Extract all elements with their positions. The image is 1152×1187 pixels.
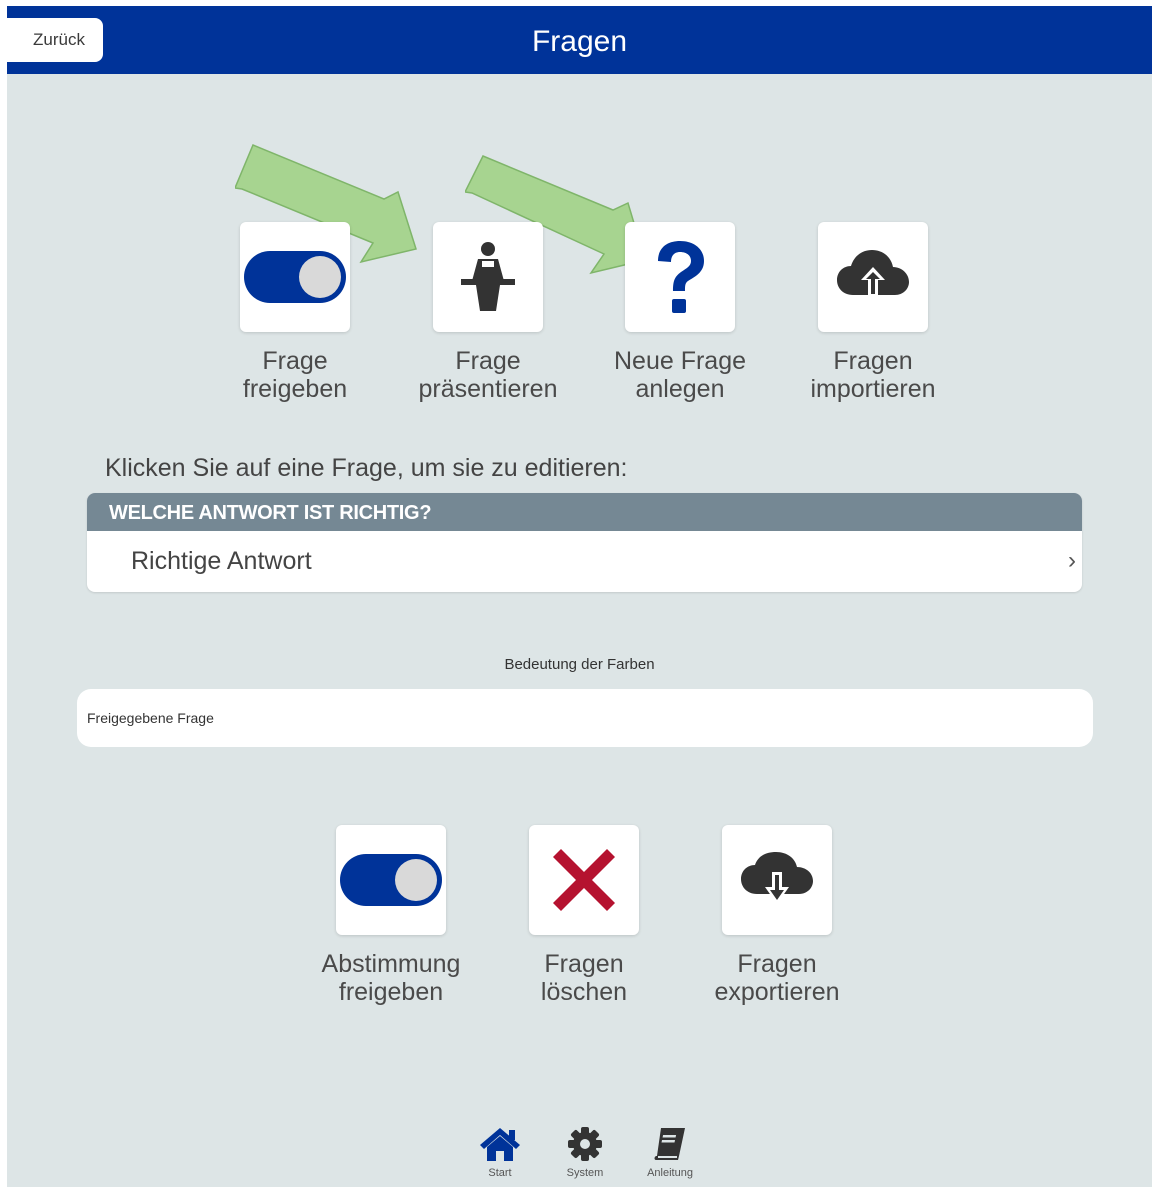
nav-system-label: System bbox=[566, 1167, 604, 1179]
home-icon bbox=[480, 1128, 520, 1161]
cloud-download-icon bbox=[741, 852, 813, 904]
legend-box: Freigegebene Frage bbox=[77, 689, 1093, 747]
delete-questions-button[interactable] bbox=[529, 825, 639, 935]
import-questions-button[interactable] bbox=[818, 222, 928, 332]
nav-start-label: Start bbox=[488, 1167, 512, 1179]
nav-start[interactable]: Start bbox=[465, 1126, 535, 1179]
share-question-button[interactable] bbox=[240, 222, 350, 332]
edit-instruction: Klicken Sie auf eine Frage, um sie zu ed… bbox=[105, 454, 628, 482]
header-bar: Zurück Fragen bbox=[7, 6, 1152, 74]
question-list-item[interactable]: Richtige Antwort › bbox=[87, 531, 1082, 592]
question-group: WELCHE ANTWORT IST RICHTIG? Richtige Ant… bbox=[87, 493, 1082, 592]
delete-x-icon bbox=[553, 849, 615, 911]
nav-system[interactable]: System bbox=[550, 1126, 620, 1179]
legend-title: Bedeutung der Farben bbox=[504, 656, 655, 673]
legend-item-shared: Freigegebene Frage bbox=[87, 710, 214, 726]
present-question-label: Frage präsentieren bbox=[418, 347, 558, 403]
share-question-label: Frage freigeben bbox=[242, 347, 348, 403]
new-question-button[interactable] bbox=[625, 222, 735, 332]
page-title: Fragen bbox=[531, 25, 628, 58]
enable-voting-label: Abstimmung freigeben bbox=[321, 950, 461, 1006]
question-item-label: Richtige Antwort bbox=[131, 547, 312, 575]
app-frame: Zurück Fragen Frage freigeben Frage präsen… bbox=[7, 6, 1152, 1187]
chevron-right-icon: › bbox=[1068, 547, 1076, 574]
enable-voting-button[interactable] bbox=[336, 825, 446, 935]
import-questions-label: Fragen importieren bbox=[810, 347, 936, 403]
question-mark-icon bbox=[658, 241, 704, 313]
cloud-upload-icon bbox=[837, 250, 909, 297]
presenter-icon bbox=[461, 242, 515, 311]
new-question-label: Neue Frage anlegen bbox=[613, 347, 747, 403]
nav-anleitung-label: Anleitung bbox=[647, 1167, 693, 1179]
export-questions-label: Fragen exportieren bbox=[714, 950, 840, 1006]
nav-anleitung[interactable]: Anleitung bbox=[635, 1126, 705, 1179]
toggle-on-icon bbox=[244, 251, 346, 303]
toggle-on-icon bbox=[340, 854, 442, 906]
present-question-button[interactable] bbox=[433, 222, 543, 332]
export-questions-button[interactable] bbox=[722, 825, 832, 935]
bottom-nav: Start System Anleitung bbox=[7, 1126, 1152, 1186]
book-icon bbox=[654, 1128, 685, 1160]
delete-questions-label: Fragen löschen bbox=[540, 950, 628, 1006]
gear-icon bbox=[568, 1127, 602, 1161]
question-group-header: WELCHE ANTWORT IST RICHTIG? bbox=[87, 493, 1082, 531]
